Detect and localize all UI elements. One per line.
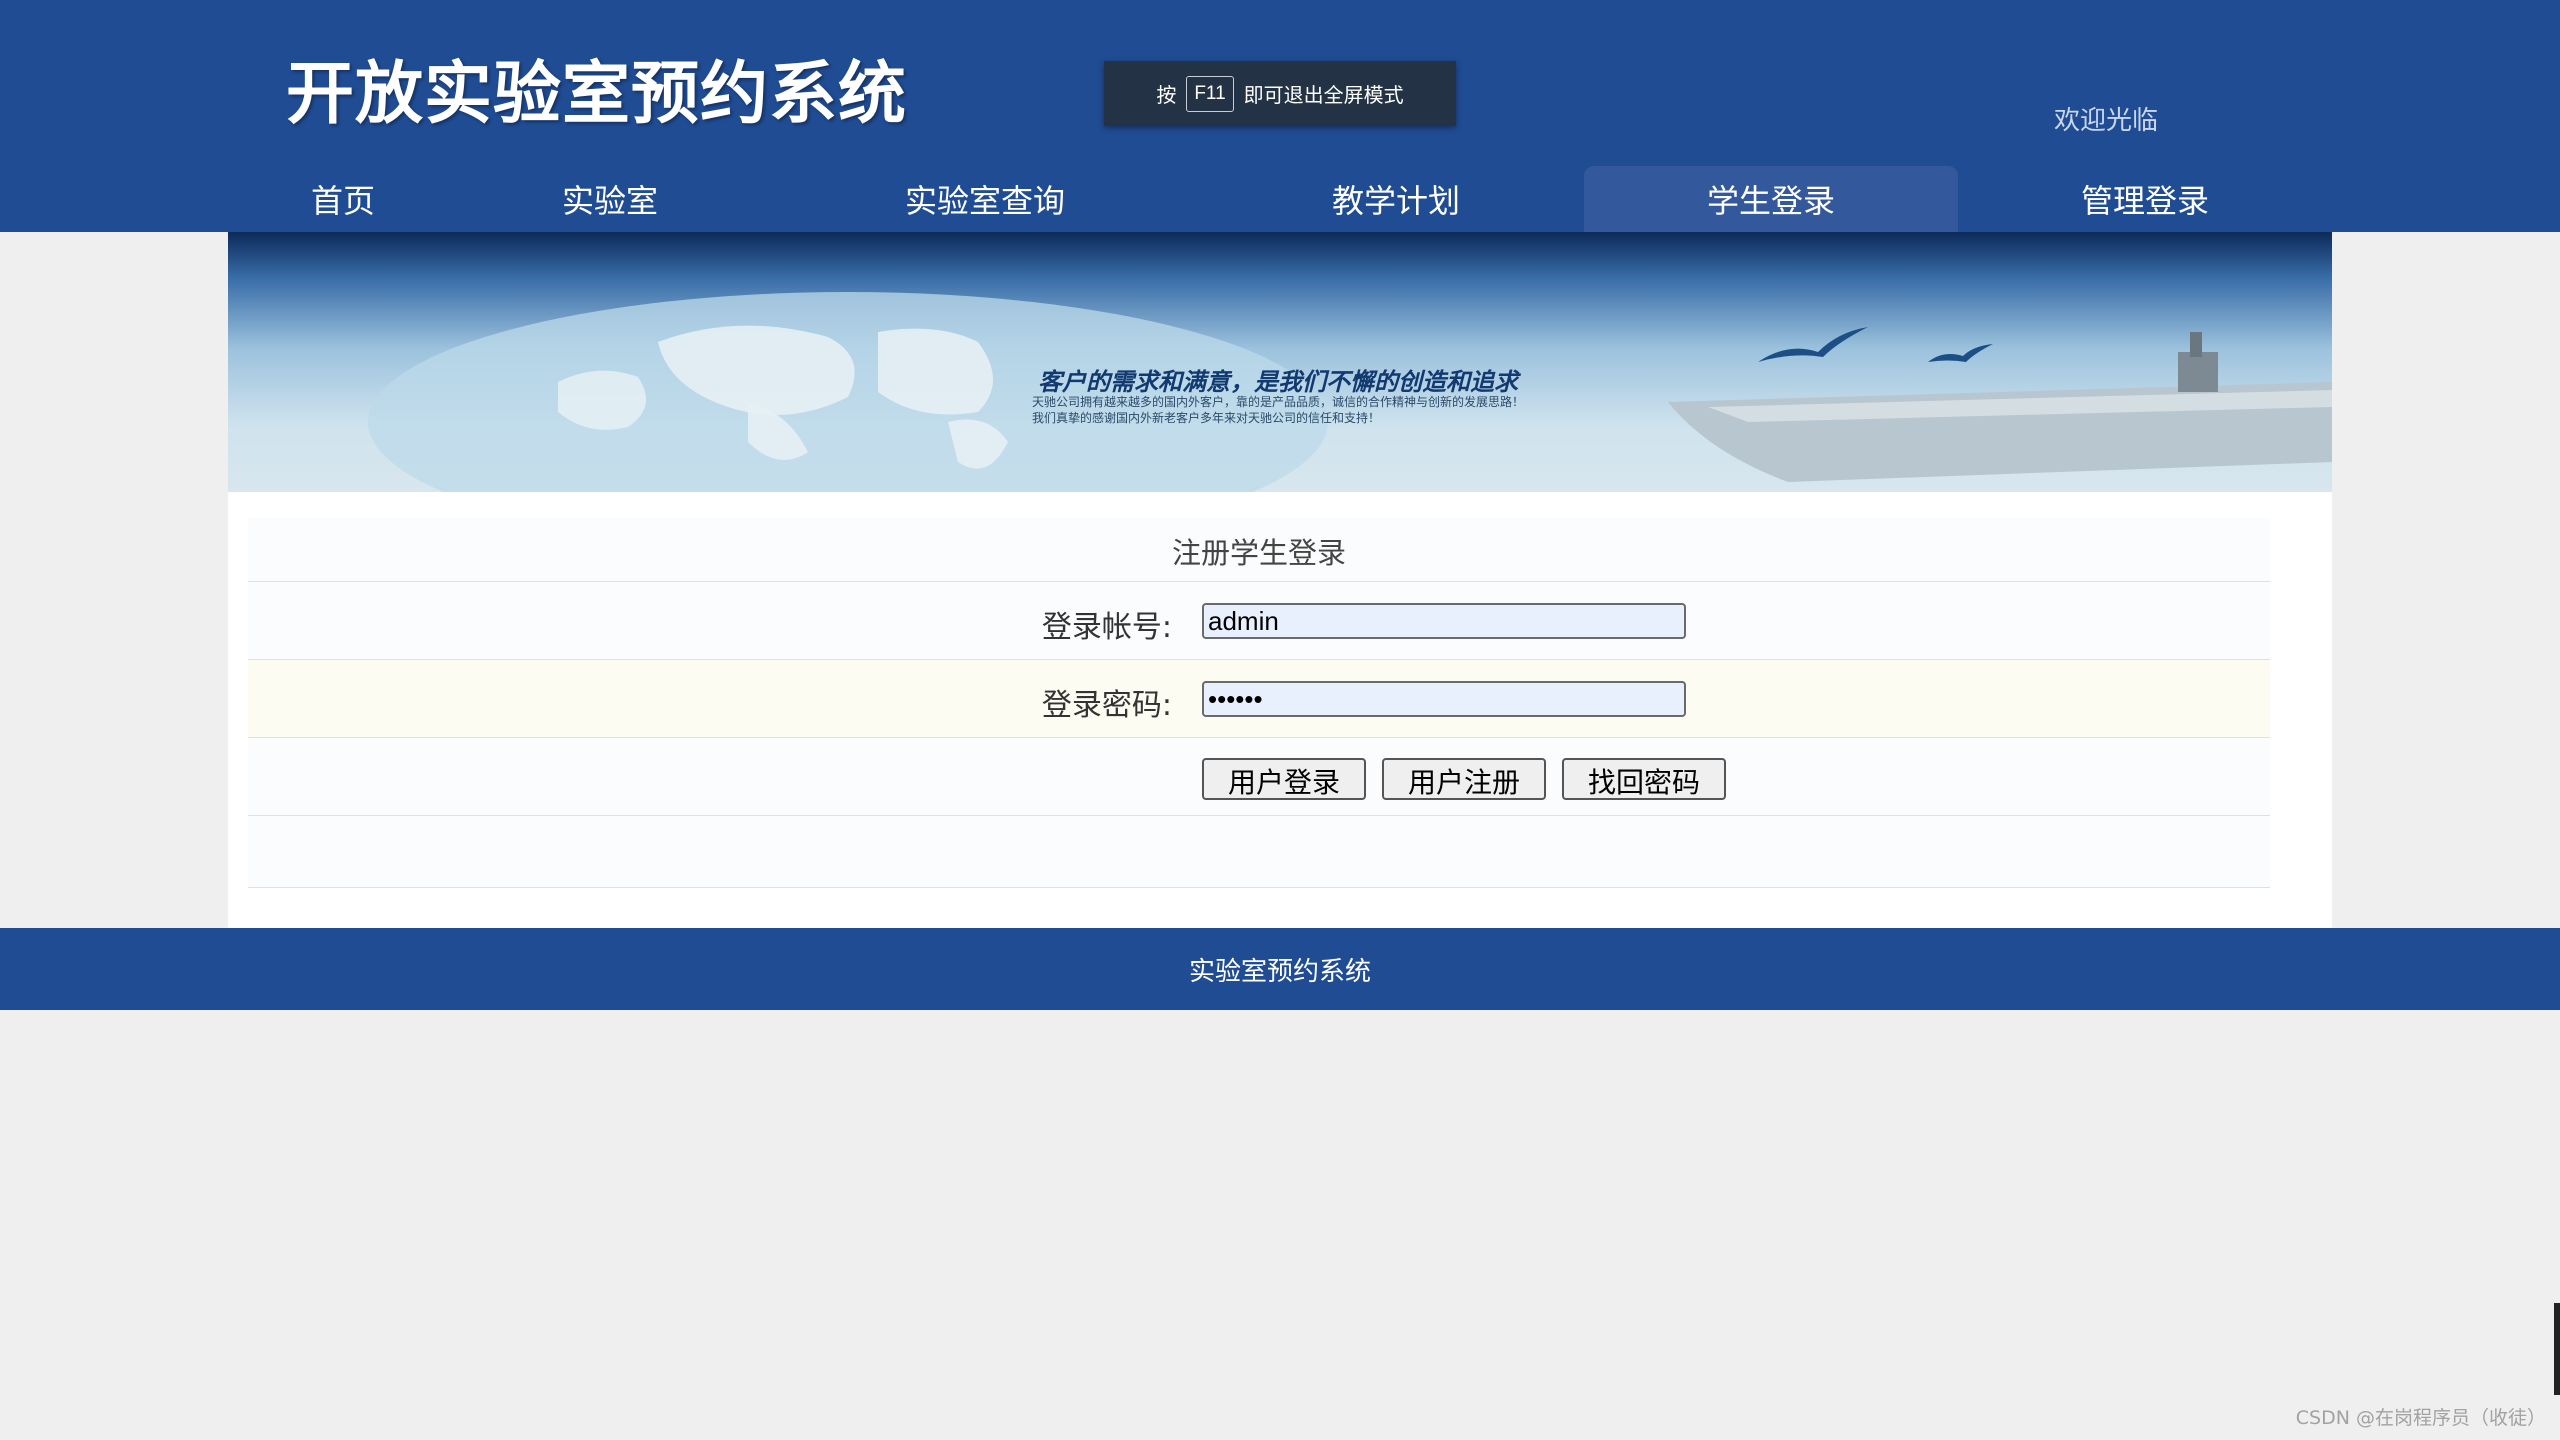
fullscreen-notice-suffix: 即可退出全屏模式 [1243, 83, 1404, 107]
nav-item-teaching-plan[interactable]: 教学计划 [1250, 166, 1542, 232]
banner-slogan: 客户的需求和满意，是我们不懈的创造和追求 [1038, 368, 1518, 396]
password-label: 登录密码: [1041, 688, 1172, 723]
site-footer: 实验室预约系统 [0, 928, 2560, 1010]
fullscreen-notice-prefix: 按 [1156, 83, 1177, 107]
banner-line2: 我们真挚的感谢国内外新老客户多年来对天驰公司的信任和支持！ [1032, 411, 1381, 425]
nav-item-admin-login[interactable]: 管理登录 [1990, 166, 2300, 232]
site-header: 开放实验室预约系统 按 F11 即可退出全屏模式 欢迎光临 首页 实验室 实验室… [0, 0, 2560, 232]
nav-item-labs[interactable]: 实验室 [500, 166, 720, 232]
button-row: 用户登录 用户注册 找回密码 [248, 738, 2270, 816]
password-row: 登录密码: [248, 660, 2270, 738]
nav-item-home[interactable]: 首页 [262, 166, 424, 232]
fullscreen-exit-notice: 按 F11 即可退出全屏模式 [1104, 61, 1456, 126]
bird-shape [1758, 327, 1868, 362]
password-input[interactable] [1202, 681, 1686, 717]
banner-image: 客户的需求和满意，是我们不懈的创造和追求 天驰公司拥有越来越多的国内外客户，靠的… [228, 232, 2332, 492]
register-button[interactable]: 用户注册 [1382, 758, 1546, 800]
nav-item-lab-search[interactable]: 实验室查询 [850, 166, 1120, 232]
main-content: 注册学生登录 登录帐号: 登录密码: 用户登录 用户注册 找回密码 [228, 492, 2332, 928]
footer-text: 实验室预约系统 [1188, 956, 1371, 987]
account-input[interactable] [1202, 603, 1686, 639]
account-label: 登录帐号: [1041, 610, 1172, 645]
edge-artifact [2554, 1303, 2560, 1395]
site-logo: 开放实验室预约系统 [286, 55, 908, 134]
welcome-text: 欢迎光临 [2054, 106, 2159, 136]
form-title-row: 注册学生登录 [248, 518, 2270, 582]
nav-item-student-login[interactable]: 学生登录 [1584, 166, 1958, 232]
banner-line1: 天驰公司拥有越来越多的国内外客户，靠的是产品品质，诚信的合作精神与创新的发展思路… [1032, 395, 1525, 409]
recover-password-button[interactable]: 找回密码 [1562, 758, 1726, 800]
csdn-watermark: CSDN @在岗程序员（收徒） [2295, 1407, 2546, 1429]
account-row: 登录帐号: [248, 582, 2270, 660]
f11-key-label: F11 [1186, 75, 1234, 112]
form-title: 注册学生登录 [1171, 536, 1346, 570]
empty-row [248, 816, 2270, 888]
login-form: 注册学生登录 登录帐号: 登录密码: 用户登录 用户注册 找回密码 [248, 518, 2270, 888]
main-nav: 首页 实验室 实验室查询 教学计划 学生登录 管理登录 [0, 166, 2560, 232]
login-button[interactable]: 用户登录 [1202, 758, 1366, 800]
